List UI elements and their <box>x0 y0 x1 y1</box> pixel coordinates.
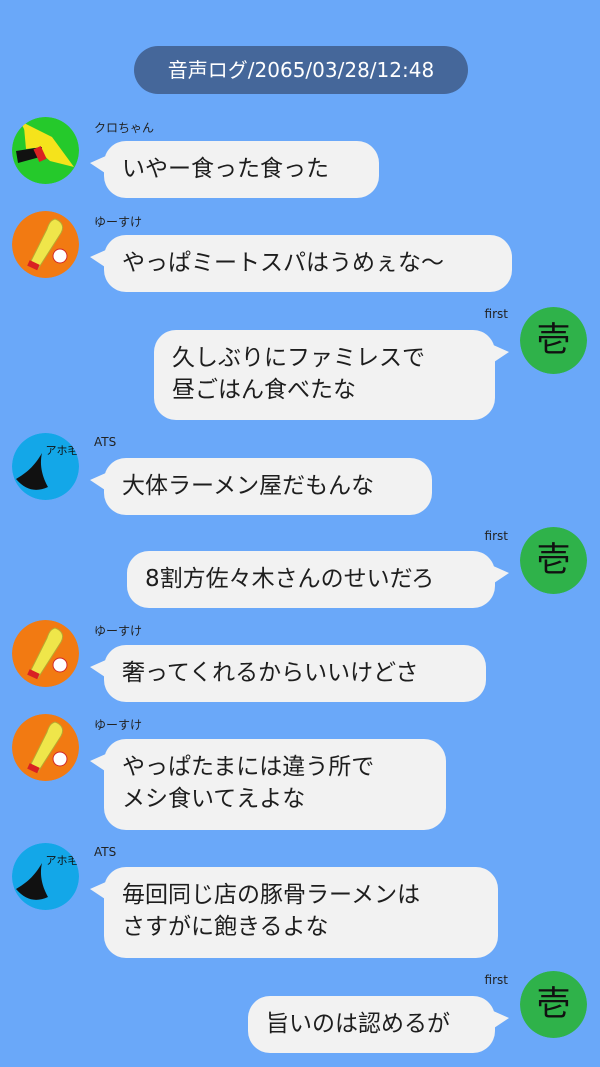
speaker-name: ゆーすけ <box>94 624 143 638</box>
speaker-name: ゆーすけ <box>94 215 143 229</box>
ats-avatar-text: アホ毛 <box>46 444 79 457</box>
speaker-name: first <box>484 529 508 543</box>
message-bubble: やっぱミートスパはうめぇな〜 <box>90 235 512 292</box>
voice-log-header: 音声ログ/2065/03/28/12:48 <box>134 46 468 94</box>
kanji-avatar-icon: 壱 <box>520 971 587 1038</box>
message-line: やっぱミートスパはうめぇな〜 <box>122 250 444 276</box>
avatar-first[interactable]: 壱 <box>520 527 587 594</box>
first-avatar-glyph: 壱 <box>537 540 571 580</box>
message-bubble: やっぱたまには違う所で メシ食いてえよな <box>90 739 446 830</box>
speaker-name: クロちゃん <box>94 121 155 135</box>
baseball-bat-avatar-icon <box>12 620 79 687</box>
kuro-avatar-icon <box>12 117 79 184</box>
first-avatar-glyph: 壱 <box>537 320 571 360</box>
message-line: 大体ラーメン屋だもんな <box>122 473 375 499</box>
avatar-ats[interactable]: アホ毛 <box>12 433 79 500</box>
speaker-name: ゆーすけ <box>94 718 143 732</box>
message-line: やっぱたまには違う所で <box>122 754 375 780</box>
speaker-name: ATS <box>94 845 117 859</box>
message-line: 久しぶりにファミレスで <box>172 345 425 371</box>
kanji-avatar-icon: 壱 <box>520 307 587 374</box>
ahoge-avatar-icon: アホ毛 <box>12 843 79 910</box>
message-line: 8割方佐々木さんのせいだろ <box>145 566 435 592</box>
kanji-avatar-icon: 壱 <box>520 527 587 594</box>
message-bubble: 8割方佐々木さんのせいだろ <box>127 551 509 608</box>
message-line: 奢ってくれるからいいけどさ <box>122 660 419 686</box>
avatar-first[interactable]: 壱 <box>520 307 587 374</box>
avatar-first[interactable]: 壱 <box>520 971 587 1038</box>
message-line: いやー食った食った <box>122 156 329 182</box>
message-bubble: いやー食った食った <box>90 141 379 198</box>
message-bubble: 大体ラーメン屋だもんな <box>90 458 432 515</box>
avatar-yusuke[interactable] <box>12 211 79 278</box>
avatar-ats[interactable]: アホ毛 <box>12 843 79 910</box>
baseball-bat-avatar-icon <box>12 714 79 781</box>
message-line: さすがに飽きるよな <box>122 914 329 940</box>
message-line: 昼ごはん食べたな <box>172 377 356 403</box>
message-bubble: 久しぶりにファミレスで 昼ごはん食べたな <box>154 330 509 420</box>
avatar-kuro[interactable] <box>12 117 79 184</box>
ats-avatar-text: アホ毛 <box>46 854 79 867</box>
avatar-yusuke[interactable] <box>12 620 79 687</box>
message-line: 毎回同じ店の豚骨ラーメンは <box>122 882 421 908</box>
speaker-name: first <box>484 307 508 321</box>
message-bubble: 奢ってくれるからいいけどさ <box>90 645 486 702</box>
ahoge-avatar-icon: アホ毛 <box>12 433 79 500</box>
message-bubble: 旨いのは認めるが <box>248 996 509 1053</box>
speaker-name: ATS <box>94 435 117 449</box>
message-bubble: 毎回同じ店の豚骨ラーメンは さすがに飽きるよな <box>90 867 498 958</box>
first-avatar-glyph: 壱 <box>537 984 571 1024</box>
message-line: メシ食いてえよな <box>122 786 306 812</box>
message-line: 旨いのは認めるが <box>266 1011 450 1037</box>
avatar-yusuke[interactable] <box>12 714 79 781</box>
speaker-name: first <box>484 973 508 987</box>
baseball-bat-avatar-icon <box>12 211 79 278</box>
